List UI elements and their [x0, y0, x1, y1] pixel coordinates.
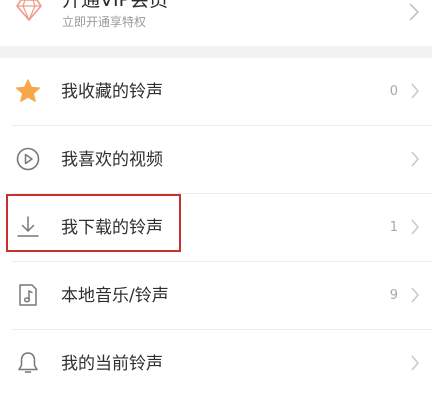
chevron-right-icon	[411, 355, 419, 371]
play-circle-icon	[16, 147, 40, 171]
menu-item-current-ringtone[interactable]: 我的当前铃声	[0, 330, 432, 398]
menu-item-count: 0	[389, 84, 398, 99]
menu-item-count: 9	[389, 288, 398, 303]
bell-icon	[18, 352, 38, 373]
menu-item-local-music[interactable]: 本地音乐/铃声 9	[0, 262, 432, 330]
star-icon	[16, 79, 40, 102]
chevron-right-icon	[411, 287, 419, 303]
menu-item-label: 我收藏的铃声	[61, 82, 163, 102]
vip-entry[interactable]: 开通VIP会员 立即开通享特权	[0, 0, 432, 46]
menu-item-label: 我的当前铃声	[61, 354, 163, 374]
vip-subtitle: 立即开通享特权	[62, 15, 147, 29]
vip-title: 开通VIP会员	[62, 0, 169, 11]
chevron-right-icon	[411, 151, 419, 167]
diamond-icon	[16, 0, 42, 21]
menu-item-label: 本地音乐/铃声	[61, 286, 169, 306]
menu-item-favorite-ringtones[interactable]: 我收藏的铃声 0	[0, 58, 432, 126]
chevron-right-icon	[409, 3, 420, 21]
music-file-icon	[19, 284, 37, 306]
menu-item-count: 1	[389, 220, 398, 235]
chevron-right-icon	[411, 219, 419, 235]
chevron-right-icon	[411, 83, 419, 99]
menu-item-label: 我喜欢的视频	[61, 150, 163, 170]
mine-page: 开通VIP会员 立即开通享特权 我收藏的铃声 0 我喜欢的视频 我下载的铃声 1…	[0, 0, 432, 399]
menu-item-liked-videos[interactable]: 我喜欢的视频	[0, 126, 432, 194]
highlight-box	[6, 194, 181, 252]
